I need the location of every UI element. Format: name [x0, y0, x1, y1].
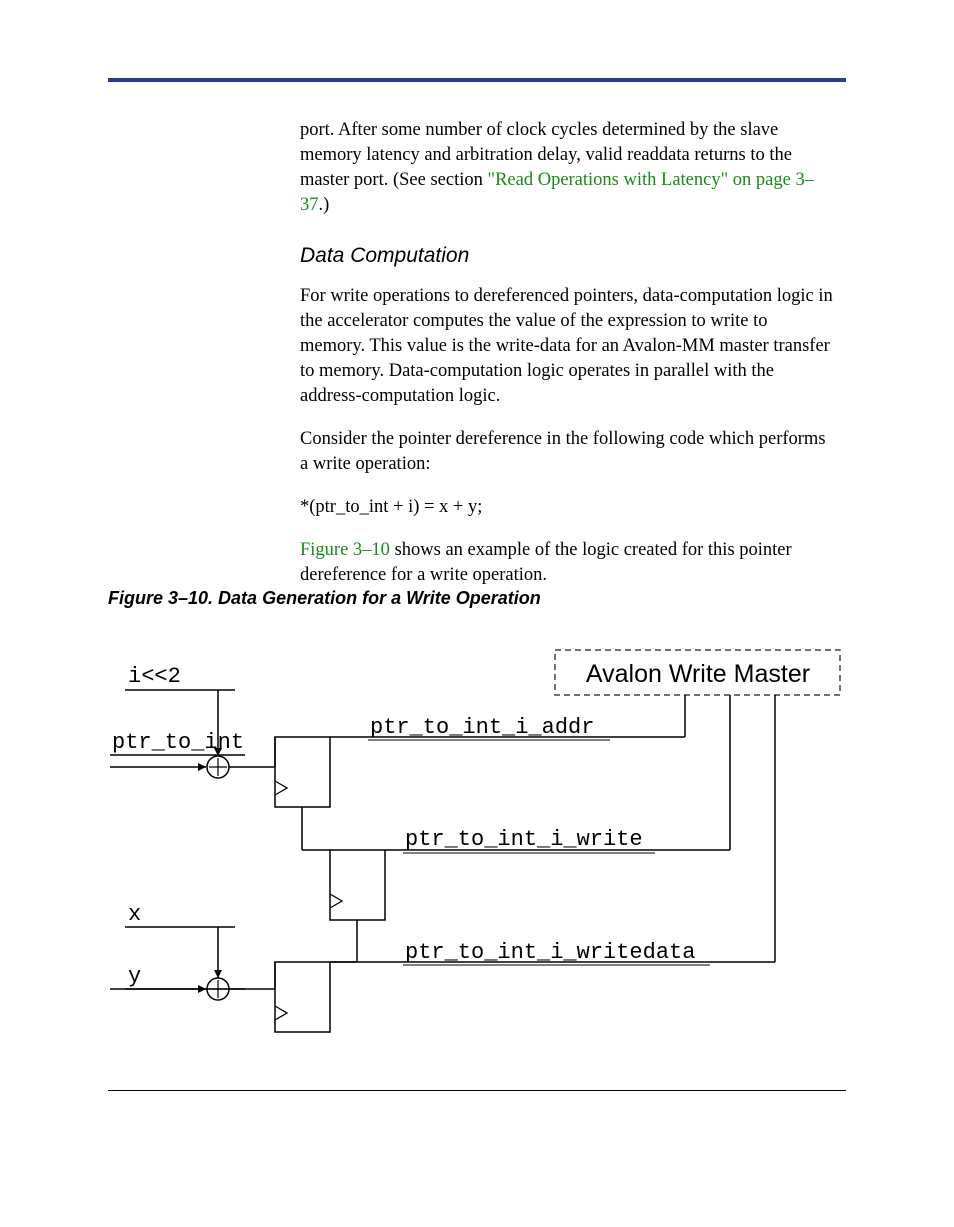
register-icon — [275, 962, 330, 1032]
figure-caption: Figure 3–10. Data Generation for a Write… — [108, 588, 541, 609]
avalon-box-label: Avalon Write Master — [586, 660, 810, 688]
x-label: x — [128, 902, 141, 927]
para1-text-d: .) — [319, 195, 330, 215]
clock-notch-icon — [275, 781, 287, 795]
bottom-rule — [108, 1090, 846, 1091]
arrow-right-icon — [198, 985, 206, 993]
para3: Consider the pointer dereference in the … — [300, 427, 834, 477]
write-label: ptr_to_int_i_write — [405, 827, 643, 852]
subsection-heading: Data Computation — [300, 244, 834, 268]
para4: Figure 3–10 shows an example of the logi… — [300, 538, 834, 588]
arrow-down-icon — [214, 970, 222, 978]
main-text: port. After some number of clock cycles … — [300, 118, 834, 606]
arrow-right-icon — [198, 763, 206, 771]
register-icon — [330, 850, 385, 920]
shift-label: i<<2 — [128, 664, 181, 689]
writedata-label: ptr_to_int_i_writedata — [405, 940, 695, 965]
figure-ref-link[interactable]: Figure 3–10 — [300, 540, 390, 560]
code-line: *(ptr_to_int + i) = x + y; — [300, 495, 834, 520]
register-icon — [275, 737, 330, 807]
ptr-label: ptr_to_int — [112, 730, 244, 755]
addr-label: ptr_to_int_i_addr — [370, 715, 594, 740]
top-rule — [108, 78, 846, 82]
clock-notch-icon — [330, 894, 342, 908]
figure-diagram: Avalon Write Master i<<2 ptr_to_int ptr_… — [110, 640, 850, 1070]
para-continuation: port. After some number of clock cycles … — [300, 118, 834, 218]
para1-code: readdata — [627, 145, 690, 165]
clock-notch-icon — [275, 1006, 287, 1020]
para2: For write operations to dereferenced poi… — [300, 284, 834, 409]
y-label: y — [128, 964, 141, 989]
